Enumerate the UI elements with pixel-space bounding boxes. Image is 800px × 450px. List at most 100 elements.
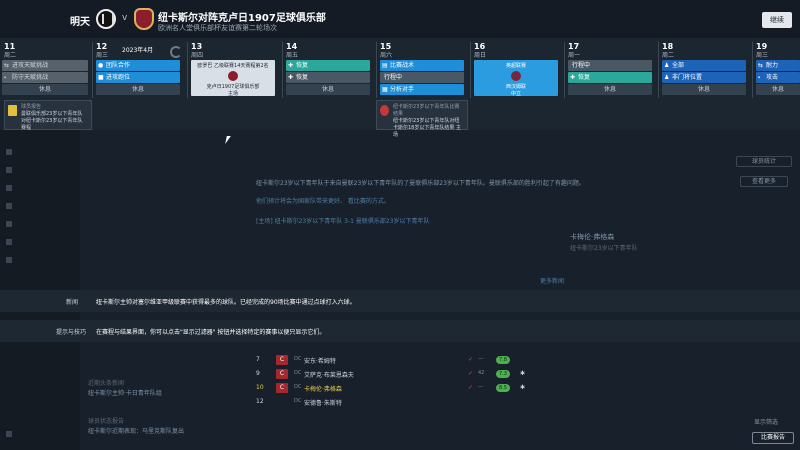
- rest-slot[interactable]: 休息: [568, 84, 652, 95]
- attack-icon: ⬩: [758, 74, 761, 81]
- card-title: 纽卡斯尔23岁以下青年队比赛结果: [393, 104, 460, 117]
- training-slot[interactable]: ♟ 全部: [662, 60, 746, 71]
- rest-slot[interactable]: 休息: [2, 84, 88, 95]
- opponent-name: 克卢日1907足球俱乐部: [206, 84, 260, 90]
- sidebar-item[interactable]: [6, 184, 20, 191]
- club-icon: [6, 256, 12, 263]
- person-icon: ♟: [664, 62, 670, 69]
- inbox-popup-card[interactable]: 纽卡斯尔23岁以下青年队比赛结果 纽卡斯尔23岁以下青年队对纽卡斯尔18岁以下青…: [376, 100, 468, 138]
- calendar-day-16[interactable]: 16 周日 英超联赛 西汉姆联 中立: [470, 38, 562, 130]
- sidebar-item[interactable]: [6, 148, 20, 155]
- sidebar-item[interactable]: [6, 202, 20, 209]
- tips-label: 提示与技巧: [56, 329, 87, 336]
- feed-text[interactable]: 纽卡斯尔主帅·卡日青年队组: [88, 388, 162, 397]
- recovery-icon: ✚: [288, 74, 294, 81]
- loading-spinner-icon: [170, 46, 182, 58]
- training-slot[interactable]: ♟ 非门将位置: [662, 72, 746, 83]
- stats-button[interactable]: 球员统计: [736, 156, 792, 167]
- training-slot[interactable]: ✚ 恢复: [286, 72, 370, 83]
- training-slot[interactable]: ⬩ 防守天赋挑战: [2, 72, 88, 83]
- day-divider: [92, 42, 93, 98]
- table-row[interactable]: 12 DC 安德鲁·朱斯特: [256, 397, 556, 408]
- tips-row: 提示与技巧 在赛程与结果界面，你可以点击"显示过滤器" 按钮并选择特定的赛事以便…: [0, 320, 800, 342]
- versus-separator: v: [122, 13, 128, 23]
- match-title[interactable]: 纽卡斯尔对阵克卢日1907足球俱乐部: [158, 9, 326, 24]
- card-text: 纽卡斯尔23岁以下青年队对纽卡斯尔18岁以下青年队结果 主场: [393, 118, 461, 138]
- sidebar-item[interactable]: [6, 430, 20, 437]
- rating-badge: 7.3: [496, 370, 510, 378]
- travel-slot[interactable]: 行程中: [380, 72, 464, 83]
- tips-text: 在赛程与结果界面，你可以点击"显示过滤器" 按钮并选择特定的赛事以便只显示它们。: [96, 329, 326, 336]
- venue-label: 主场: [227, 91, 238, 97]
- condition-icon: ✓: [468, 370, 474, 377]
- chat-icon: [6, 430, 12, 437]
- rest-slot[interactable]: 休息: [286, 84, 370, 95]
- feed-title: 球员状态报告: [88, 418, 125, 425]
- training-slot[interactable]: ✚ 恢复: [286, 60, 370, 71]
- recovery-icon: ✚: [570, 74, 576, 81]
- view-more-button[interactable]: 查看更多: [740, 176, 788, 187]
- calendar-day-14[interactable]: 14 周五 ✚ 恢复 ✚ 恢复 休息: [282, 38, 374, 130]
- day-divider: [282, 42, 283, 98]
- training-slot[interactable]: ⇆ 耐力: [756, 60, 800, 71]
- rest-slot[interactable]: 休息: [96, 84, 180, 95]
- player-name: 安东·希姆特: [304, 358, 336, 365]
- filter-button[interactable]: 显示筛选: [740, 418, 792, 429]
- card-title: 球员报告: [21, 104, 42, 110]
- calendar-day-13[interactable]: 13 周四 欧罗巴 乙级联赛14天赛程第2名 克卢日1907足球俱乐部 主场: [187, 38, 279, 130]
- feed-text[interactable]: 纽卡斯尔近期表现：马里克斯队复出: [88, 426, 184, 435]
- training-slot[interactable]: ✚ 恢复: [568, 72, 652, 83]
- training-slot[interactable]: ⬩ 攻击: [756, 72, 800, 83]
- travel-slot[interactable]: 行程中: [568, 60, 652, 71]
- player-name: 艾萨克·布莱恩森夫: [304, 372, 354, 379]
- player-name[interactable]: 卡梅伦·弗格森: [570, 232, 614, 242]
- training-slot[interactable]: ⇆ 进攻天赋挑战: [2, 60, 88, 71]
- match-subtitle: 欧洲名人堂俱乐部杯友谊赛第二轮场次: [158, 24, 277, 32]
- calendar-day-18[interactable]: 18 周二 ♟ 全部 ♟ 非门将位置 休息: [658, 38, 750, 130]
- inbox-popup-card[interactable]: 球员报告 曼联俱乐部23岁以下青年队对纽卡斯尔23岁以下青年队赛程: [4, 100, 92, 131]
- calendar-day-12[interactable]: 12 周三 2023年4月 ● 团队合作 ■ 进攻跑位 休息: [92, 38, 184, 130]
- table-row[interactable]: 10 C DC 卡梅伦·弗格森 ✓ — 8.5 ✱: [256, 383, 556, 394]
- sidebar-item[interactable]: [6, 256, 20, 263]
- day-weekday: 周三: [96, 52, 109, 59]
- sidebar-item[interactable]: [6, 166, 20, 173]
- table-row[interactable]: 9C DC 艾萨克·布莱恩森夫 ✓ 42 7.3 ✱: [256, 369, 556, 380]
- continue-button[interactable]: 继续: [762, 12, 792, 28]
- shield-icon: ⬩: [4, 74, 7, 81]
- day-divider: [752, 42, 753, 98]
- analysis-icon: ▦: [382, 86, 388, 93]
- inbox-icon: [6, 166, 12, 173]
- match-fixture-card[interactable]: 英超联赛 西汉姆联 中立: [474, 60, 558, 97]
- training-slot[interactable]: ▦ 分析对手: [380, 84, 464, 95]
- day-divider: [564, 42, 565, 98]
- calendar-day-17[interactable]: 17 周一 行程中 ✚ 恢复 休息: [564, 38, 656, 130]
- more-news-link[interactable]: 更多新闻: [540, 276, 564, 285]
- rest-slot[interactable]: 休息: [756, 84, 800, 95]
- match-report-button[interactable]: 比赛报告: [752, 432, 794, 444]
- match-fixture-card[interactable]: 欧罗巴 乙级联赛14天赛程第2名 克卢日1907足球俱乐部 主场: [191, 60, 275, 97]
- next-label: 明天: [70, 17, 90, 28]
- day-weekday: 周六: [380, 52, 393, 59]
- captain-badge: C: [276, 383, 288, 393]
- scouting-icon: [6, 238, 12, 245]
- tactics-icon: ▤: [382, 62, 388, 69]
- training-slot[interactable]: ■ 进攻跑位: [96, 72, 180, 83]
- top-bar: 明天 v 纽卡斯尔对阵克卢日1907足球俱乐部 欧洲名人堂俱乐部杯友谊赛第二轮场…: [0, 0, 800, 38]
- training-slot[interactable]: ▤ 比赛战术: [380, 60, 464, 71]
- rest-slot[interactable]: 休息: [662, 84, 746, 95]
- day-weekday: 周一: [568, 52, 581, 59]
- player-name: 卡梅伦·弗格森: [304, 386, 342, 393]
- training-slot[interactable]: ● 团队合作: [96, 60, 180, 71]
- table-row[interactable]: 7C DC 安东·希姆特 ✓ — 7.8: [256, 355, 556, 366]
- gear-icon: ✱: [520, 384, 526, 391]
- sidebar-item[interactable]: [6, 220, 20, 227]
- month-label: 2023年4月: [122, 47, 154, 54]
- opponent-crest-icon: [511, 71, 521, 81]
- day-weekday: 周三: [756, 52, 769, 59]
- day-weekday: 周四: [191, 52, 204, 59]
- sidebar-item[interactable]: [6, 238, 20, 245]
- calendar-day-19[interactable]: 19 周三 ⇆ 耐力 ⬩ 攻击 休息: [752, 38, 800, 130]
- news-row: 新闻 纽卡斯尔主帅对塞尔维亚甲级联赛中获得最多的球队。已经完成的90场比赛中通过…: [0, 290, 800, 312]
- competition-name: 欧罗巴 乙级联赛14天赛程第2名: [197, 63, 269, 69]
- day-divider: [470, 42, 471, 98]
